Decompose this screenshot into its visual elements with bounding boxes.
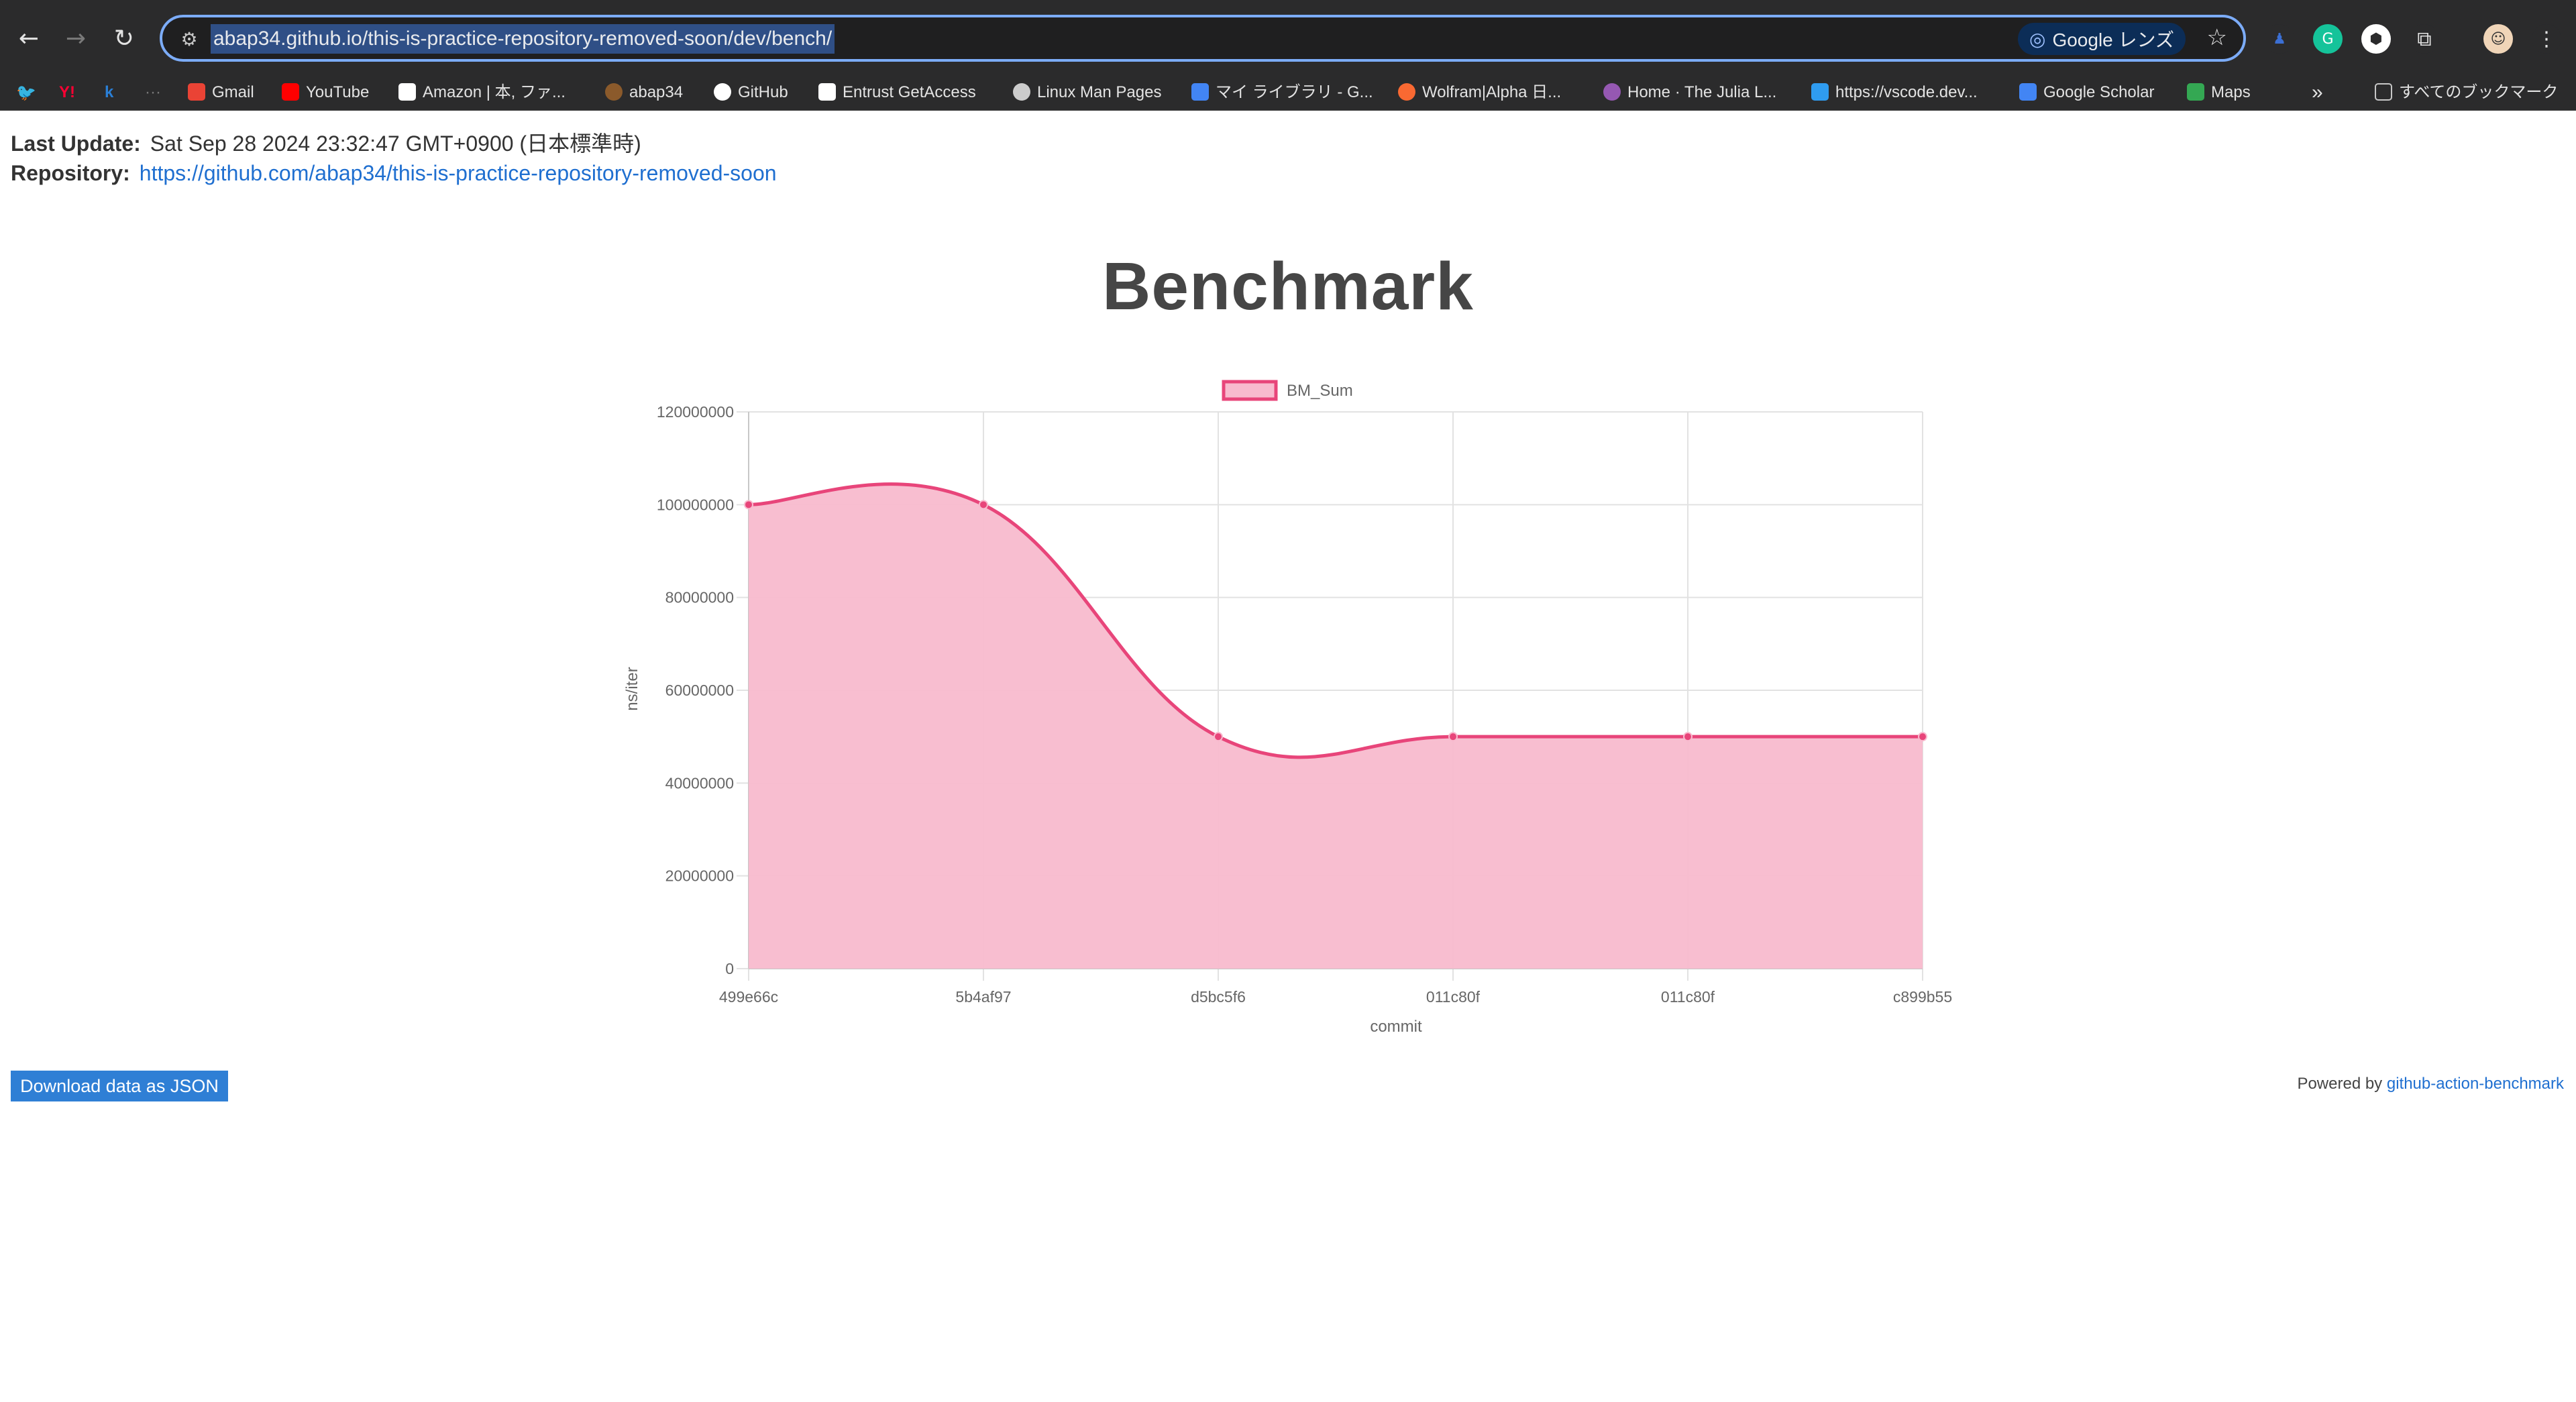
benchmark-chart: 0 20000000 40000000 60000000 80000000 1000000… <box>623 380 1952 1036</box>
data-point <box>979 500 988 510</box>
powered-by-prefix: Powered by <box>2297 1075 2383 1093</box>
powered-by: Powered by github-action-benchmark <box>2297 1075 2564 1093</box>
data-point <box>1214 732 1223 742</box>
y-tick-label: 0 <box>725 960 734 977</box>
data-point <box>1448 732 1458 742</box>
x-tick-label: 499e66c <box>719 988 778 1006</box>
powered-by-link[interactable]: github-action-benchmark <box>2387 1075 2564 1093</box>
y-tick-label: 40000000 <box>665 774 734 792</box>
legend-label: BM_Sum <box>1287 382 1353 400</box>
data-point <box>744 500 753 510</box>
x-tick-label: 011c80f <box>1661 988 1715 1006</box>
legend-swatch <box>1222 380 1278 401</box>
x-tick-label: d5bc5f6 <box>1191 988 1246 1006</box>
data-point <box>1918 732 1927 742</box>
y-axis-label: ns/iter <box>623 667 641 710</box>
y-tick-label: 80000000 <box>665 589 734 606</box>
download-json-button[interactable]: Download data as JSON <box>11 1071 228 1101</box>
y-tick-label: 100000000 <box>657 496 734 513</box>
x-tick-label: 011c80f <box>1426 988 1481 1006</box>
series-area <box>749 484 1923 969</box>
x-tick-label: 5b4af97 <box>955 988 1011 1006</box>
data-point <box>1683 732 1693 742</box>
y-tick-label: 60000000 <box>665 682 734 699</box>
x-tick-label: c899b55 <box>1893 988 1952 1006</box>
y-tick-label: 120000000 <box>657 403 734 421</box>
y-tick-label: 20000000 <box>665 867 734 885</box>
x-axis-label: commit <box>1370 1018 1422 1036</box>
